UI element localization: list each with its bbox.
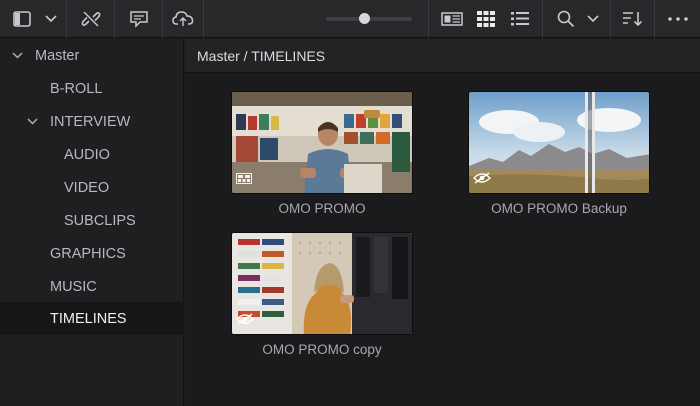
unlink-icon[interactable] — [72, 0, 110, 38]
metadata-icon[interactable] — [120, 0, 158, 38]
sidebar-item-video[interactable]: VIDEO — [0, 171, 184, 204]
sidebar-item-music[interactable]: MUSIC — [0, 270, 184, 303]
metadata-view-icon[interactable] — [436, 0, 468, 38]
sidebar-item-label: GRAPHICS — [50, 245, 126, 262]
sidebar-item-b-roll[interactable]: B-ROLL — [0, 72, 184, 105]
sidebar-item-label: AUDIO — [64, 146, 110, 163]
sidebar-item-label: INTERVIEW — [50, 113, 131, 130]
sidebar-item-graphics[interactable]: GRAPHICS — [0, 237, 184, 270]
sort-icon[interactable] — [618, 0, 648, 38]
more-icon[interactable] — [660, 0, 696, 38]
clip-label: OMO PROMO copy — [262, 342, 382, 357]
cloud-icon[interactable] — [166, 0, 200, 38]
sidebar-item-audio[interactable]: AUDIO — [0, 138, 184, 171]
media-pool-main: Master / TIMELINES OMO PROMO OMO PROMO B… — [185, 39, 700, 406]
search-icon[interactable] — [552, 0, 580, 38]
toolbar — [0, 0, 700, 38]
search-options-chevron-icon[interactable] — [582, 0, 604, 38]
sidebar-item-label: VIDEO — [64, 179, 110, 196]
chevron-down-icon[interactable] — [10, 49, 24, 63]
bin-list-sidebar: Master B-ROLL INTERVIEW AUDIO VIDEO SUBC… — [0, 39, 184, 406]
clip-label: OMO PROMO Backup — [491, 201, 627, 216]
sidebar-item-timelines[interactable]: TIMELINES — [0, 302, 184, 335]
sidebar-item-label: B-ROLL — [50, 80, 103, 97]
clip-image[interactable] — [231, 91, 413, 194]
breadcrumb: Master / TIMELINES — [185, 39, 700, 73]
sidebar-item-label: TIMELINES — [50, 310, 127, 327]
sidebar-item-label: Master — [35, 47, 80, 64]
sidebar-item-interview[interactable]: INTERVIEW — [0, 105, 184, 138]
chevron-down-icon[interactable] — [25, 115, 39, 129]
zoom-slider-knob[interactable] — [359, 13, 371, 24]
sidebar-item-label: SUBCLIPS — [64, 212, 136, 229]
hidden-eye-icon — [236, 312, 254, 330]
list-view-icon[interactable] — [506, 0, 534, 38]
sidebar-item-label: MUSIC — [50, 278, 97, 295]
sidebar-item-master[interactable]: Master — [0, 39, 184, 72]
sidebar-item-subclips[interactable]: SUBCLIPS — [0, 204, 184, 237]
clip-label: OMO PROMO — [278, 201, 366, 216]
hidden-eye-icon — [473, 171, 491, 189]
sidebar-panel-icon[interactable] — [6, 0, 38, 38]
thumbnail-view-icon[interactable] — [472, 0, 500, 38]
chevron-down-icon[interactable] — [40, 0, 62, 38]
clip-image[interactable] — [231, 232, 413, 335]
timeline-icon — [236, 171, 252, 189]
clip-image[interactable] — [468, 91, 650, 194]
